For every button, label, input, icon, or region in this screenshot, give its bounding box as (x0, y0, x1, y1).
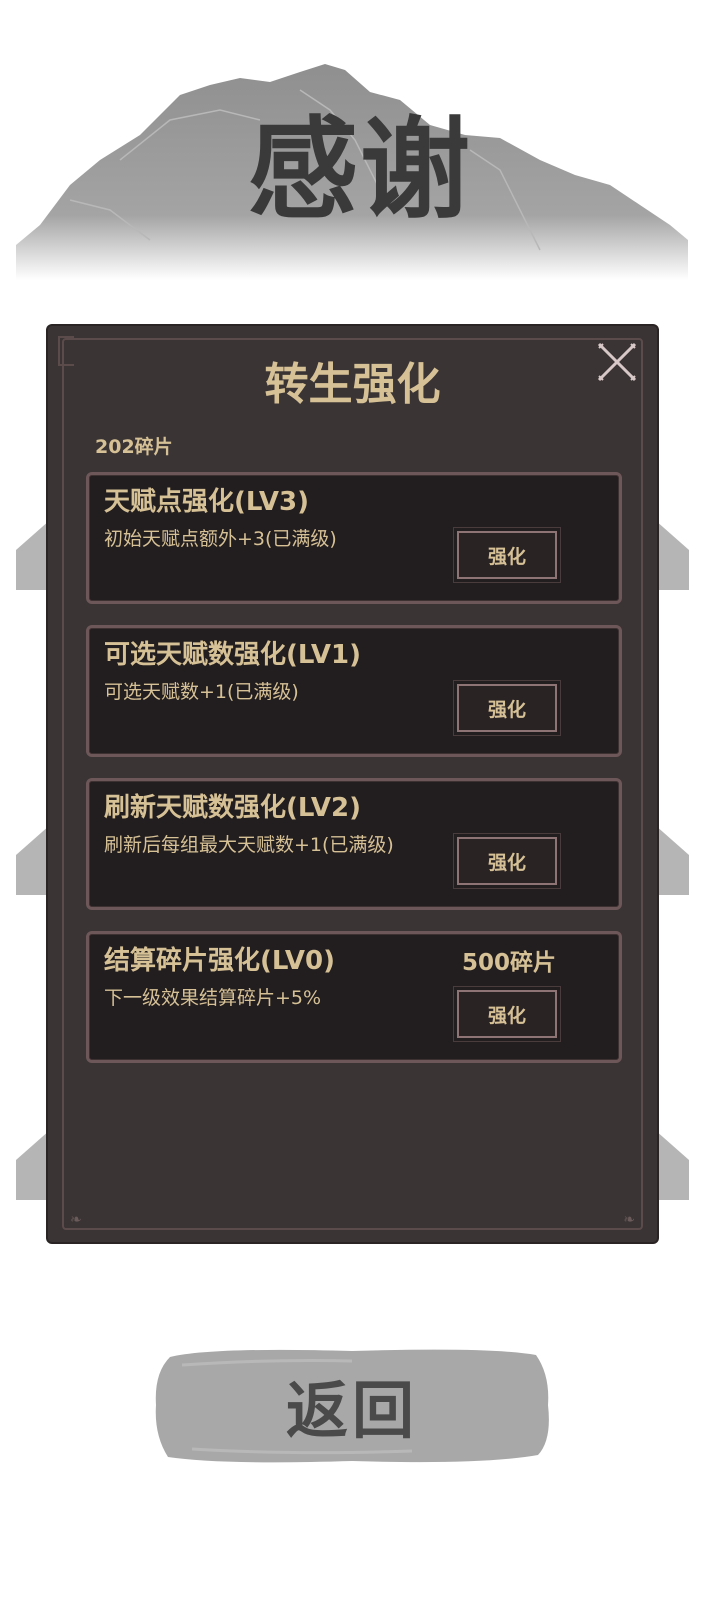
leaf-ornament-icon: ❧ (623, 1212, 635, 1228)
header-title: 感谢 (248, 106, 472, 234)
ridge-right-3 (655, 1130, 689, 1200)
upgrade-description: 下一级效果结算碎片+5% (104, 987, 322, 1009)
upgrade-button[interactable]: 强化 (457, 531, 557, 579)
upgrade-name: 刷新天赋数强化(LV2) (104, 793, 361, 823)
leaf-ornament-icon: ❧ (70, 1212, 82, 1228)
upgrade-button[interactable]: 强化 (457, 684, 557, 732)
upgrade-card-talent-points: 天赋点强化(LV3) 初始天赋点额外+3(已满级) 强化 (86, 472, 622, 604)
upgrade-card-refresh-talents: 刷新天赋数强化(LV2) 刷新后每组最大天赋数+1(已满级) 强化 (86, 778, 622, 910)
upgrade-name: 可选天赋数强化(LV1) (104, 640, 361, 670)
upgrade-name: 结算碎片强化(LV0) (104, 946, 335, 976)
upgrade-description: 初始天赋点额外+3(已满级) (104, 528, 337, 550)
upgrade-cost: 500碎片 (462, 950, 557, 976)
close-x-icon (597, 342, 637, 382)
return-label: 返回 (285, 1374, 418, 1447)
ridge-left-1 (16, 520, 50, 590)
panel-title: 转生强化 (264, 359, 441, 410)
rebirth-upgrade-panel: ❧ ❧ 转生强化 202碎片 天赋点强化(LV3) 初始天赋点额外+3(已满级)… (48, 326, 657, 1242)
upgrade-name: 天赋点强化(LV3) (104, 487, 309, 517)
upgrade-description: 可选天赋数+1(已满级) (104, 681, 299, 703)
upgrade-button[interactable]: 强化 (457, 837, 557, 885)
upgrade-card-selectable-talents: 可选天赋数强化(LV1) 可选天赋数+1(已满级) 强化 (86, 625, 622, 757)
ridge-left-3 (16, 1130, 50, 1200)
ridge-left-2 (16, 825, 50, 895)
shard-count: 202碎片 (95, 436, 173, 458)
return-button[interactable]: 返回 (152, 1345, 552, 1465)
upgrade-description: 刷新后每组最大天赋数+1(已满级) (104, 834, 394, 856)
close-button[interactable] (595, 340, 639, 384)
ridge-right-2 (655, 825, 689, 895)
upgrade-card-settlement-shards: 结算碎片强化(LV0) 500碎片 下一级效果结算碎片+5% 强化 (86, 931, 622, 1063)
upgrade-button[interactable]: 强化 (457, 990, 557, 1038)
ridge-right-1 (655, 520, 689, 590)
